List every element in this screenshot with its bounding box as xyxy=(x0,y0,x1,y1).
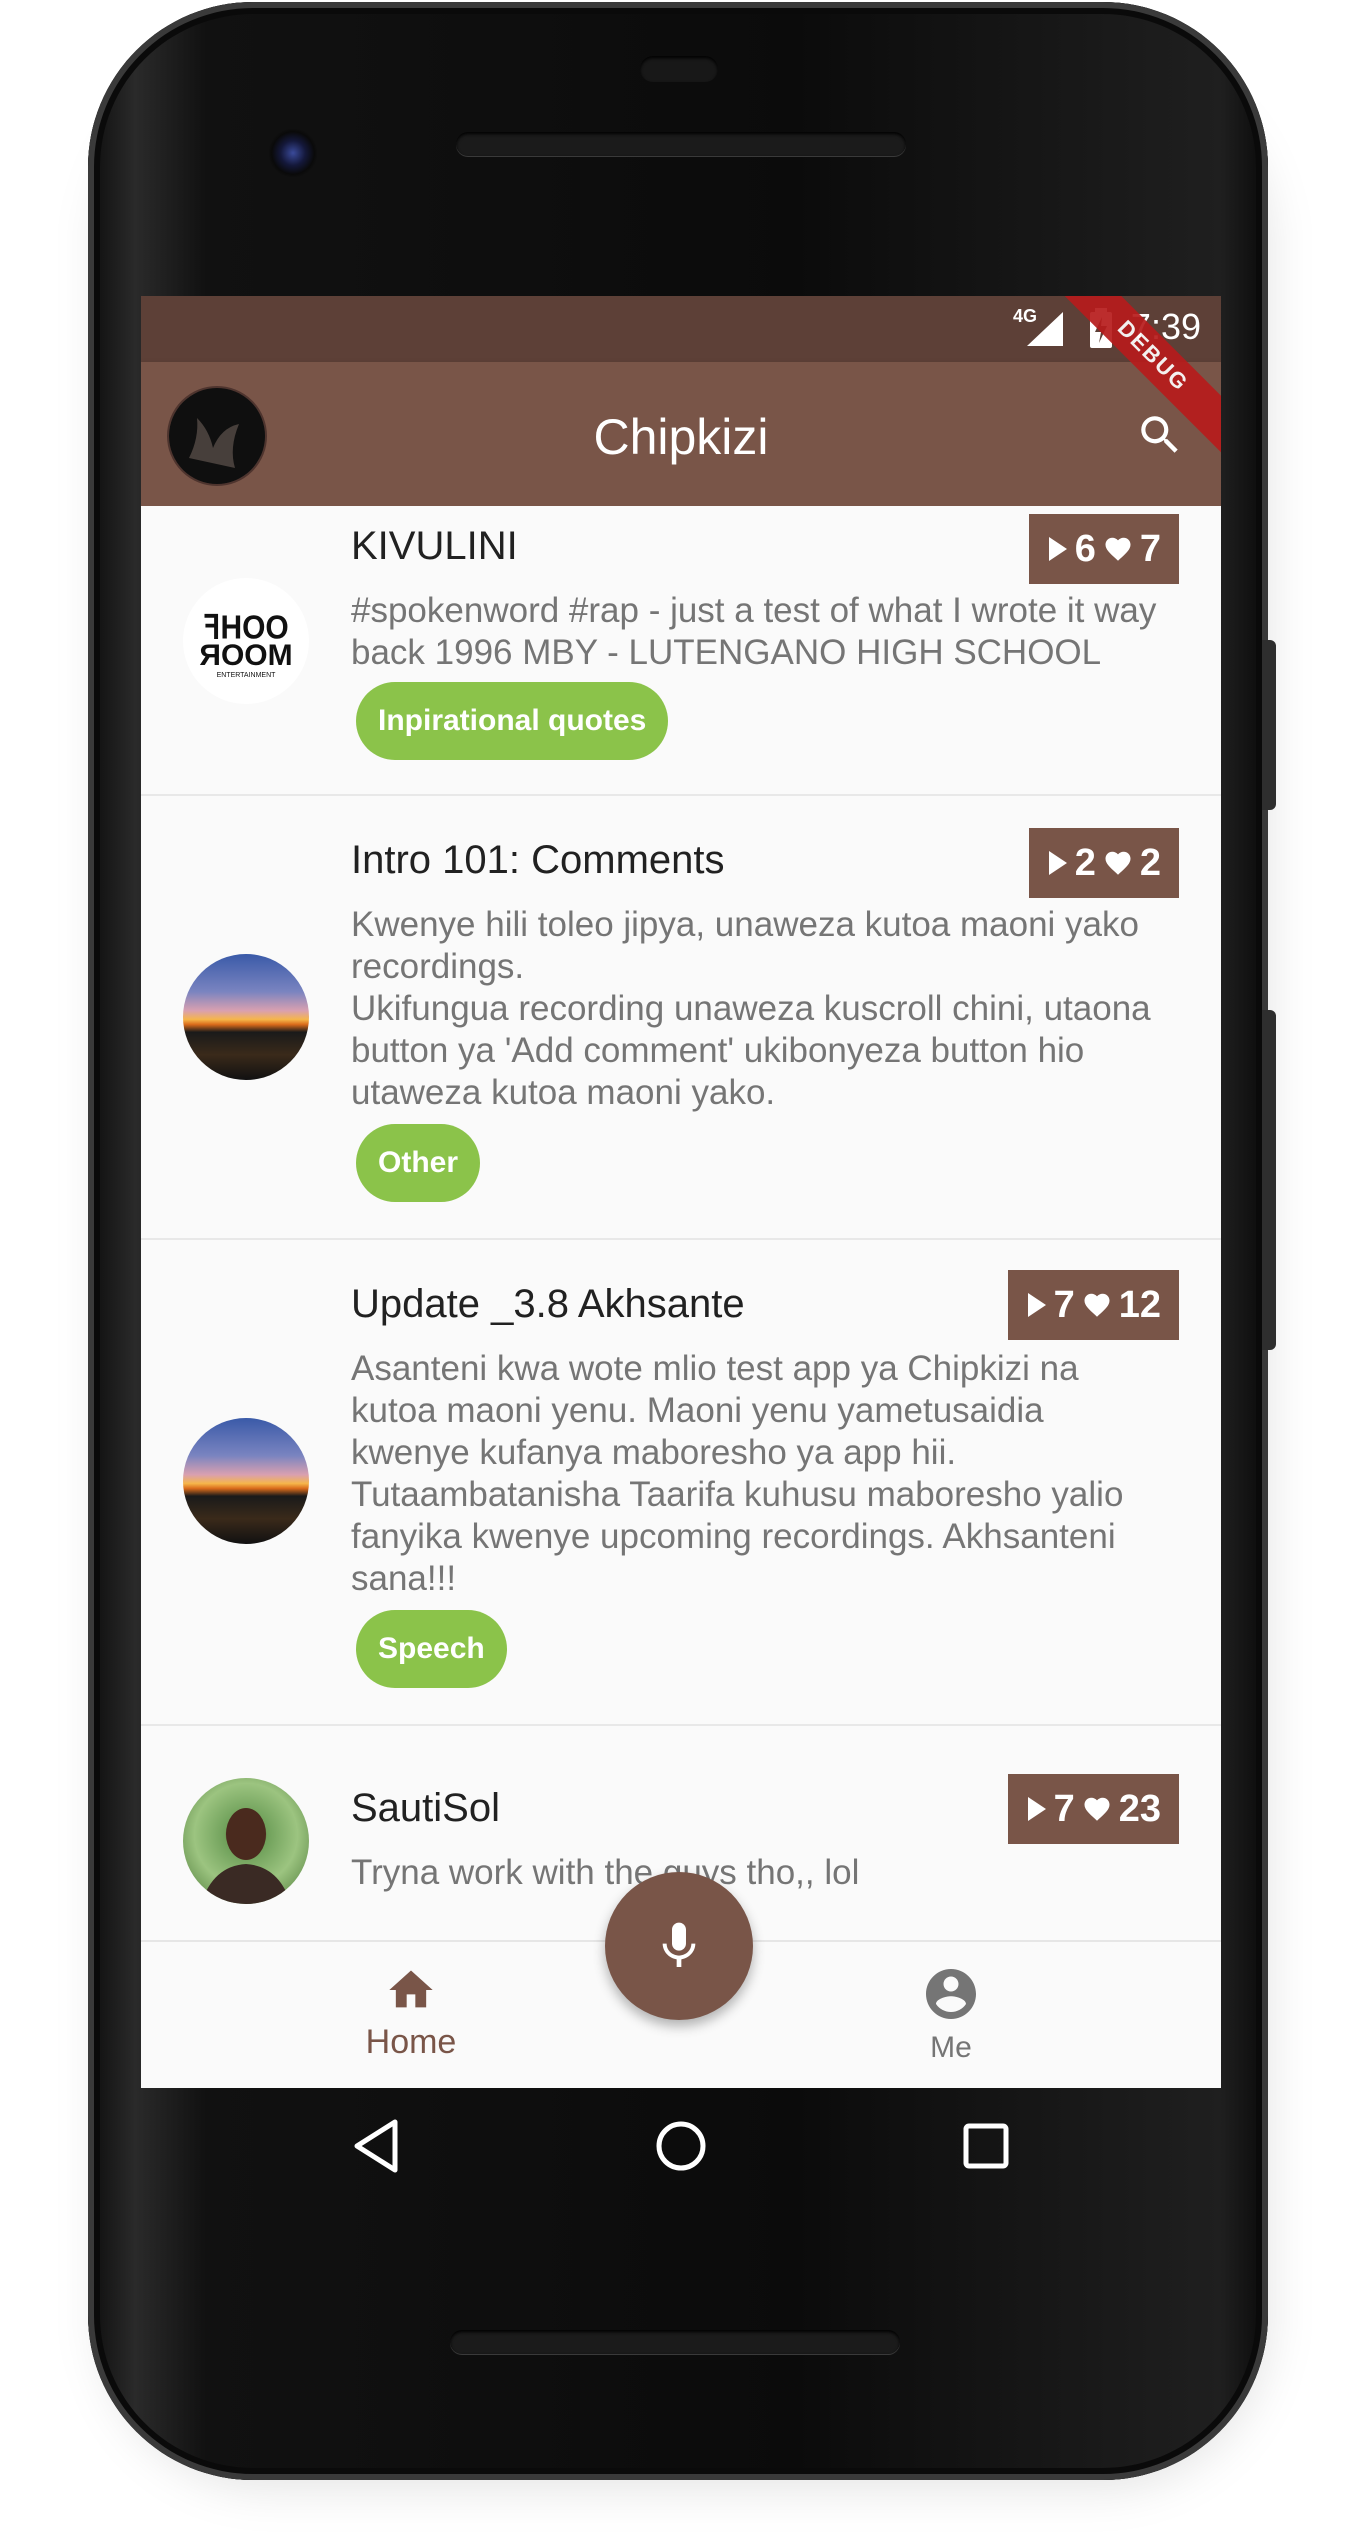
heart-icon xyxy=(1084,1797,1110,1821)
play-icon xyxy=(1027,1293,1046,1317)
volume-button xyxy=(1262,640,1276,810)
heart-icon xyxy=(1105,851,1131,875)
nav-me-label: Me xyxy=(930,2031,972,2064)
svg-text:ENTERTAINMENT: ENTERTAINMENT xyxy=(217,672,277,679)
list-item[interactable]: ꟻHOO ЯOOM ENTERTAINMENT KIVULINI #spoken… xyxy=(141,506,1221,796)
play-count: 7 xyxy=(1053,1788,1075,1830)
play-count: 7 xyxy=(1053,1284,1075,1326)
phone-screen: 4G 7:39 Chipkizi DEBUG ꟻHOO ЯOOM ENTERTA… xyxy=(141,296,1221,2088)
status-bar: 4G 7:39 xyxy=(141,296,1221,362)
stats-badge: 2 2 xyxy=(1028,828,1179,898)
app-bar: Chipkizi xyxy=(141,362,1221,506)
play-icon xyxy=(1027,1797,1046,1821)
like-count: 12 xyxy=(1118,1284,1161,1326)
recording-description: Asanteni kwa wote mlio test app ya Chipk… xyxy=(351,1349,1124,1598)
bottom-speaker xyxy=(450,2330,900,2354)
front-camera-icon xyxy=(268,128,318,178)
like-count: 7 xyxy=(1139,528,1161,570)
microphone-icon xyxy=(662,1922,696,1967)
proximity-sensor xyxy=(640,56,718,82)
record-button[interactable] xyxy=(605,1872,753,2020)
recording-description: Kwenye hili toleo jipya, unaweza kutoa m… xyxy=(351,905,1151,1112)
heart-icon xyxy=(1105,537,1131,561)
account-circle-icon xyxy=(926,1969,976,2019)
person-photo xyxy=(201,1808,291,1904)
search-icon[interactable] xyxy=(1135,410,1185,460)
shoo-room-logo-icon: ꟻHOO ЯOOM ENTERTAINMENT xyxy=(199,608,292,679)
recording-title: Update _3.8 Akhsante xyxy=(351,1282,745,1326)
play-icon xyxy=(1048,851,1067,875)
play-count: 6 xyxy=(1074,528,1096,570)
heart-icon xyxy=(1084,1293,1110,1317)
signal-icon xyxy=(1027,312,1063,346)
list-item[interactable]: Intro 101: Comments Kwenye hili toleo ji… xyxy=(141,796,1221,1240)
recordings-list: ꟻHOO ЯOOM ENTERTAINMENT KIVULINI #spoken… xyxy=(141,506,1221,1940)
category-chip[interactable]: Speech xyxy=(356,1610,507,1688)
play-count: 2 xyxy=(1074,842,1096,884)
page-title: Chipkizi xyxy=(593,409,769,465)
category-chip[interactable]: Other xyxy=(356,1124,481,1202)
like-count: 2 xyxy=(1139,842,1161,884)
avatar: ꟻHOO ЯOOM ENTERTAINMENT xyxy=(183,578,309,704)
play-icon xyxy=(1048,537,1067,561)
nav-me[interactable]: Me xyxy=(841,1964,1061,2065)
stats-badge: 7 12 xyxy=(1007,1270,1179,1340)
home-circle-icon[interactable] xyxy=(653,2118,709,2174)
recording-title: KIVULINI xyxy=(351,524,518,568)
recording-title: SautiSol xyxy=(351,1786,500,1830)
list-item[interactable]: Update _3.8 Akhsante Asanteni kwa wote m… xyxy=(141,1240,1221,1726)
nav-home[interactable]: Home xyxy=(301,1964,521,2062)
category-chip[interactable]: Inpirational quotes xyxy=(356,682,669,760)
power-button xyxy=(1262,1010,1276,1350)
recording-description: Tryna work with the guys tho,, lol xyxy=(351,1853,860,1892)
like-count: 23 xyxy=(1118,1788,1161,1830)
avatar xyxy=(183,1778,309,1904)
earpiece-speaker xyxy=(456,132,906,156)
system-navigation-bar xyxy=(141,2088,1221,2218)
recording-title: Intro 101: Comments xyxy=(351,838,725,882)
back-icon[interactable] xyxy=(351,2118,401,2174)
stats-badge: 7 23 xyxy=(1007,1774,1179,1844)
svg-text:ЯOOM: ЯOOM xyxy=(199,639,292,672)
nav-home-label: Home xyxy=(365,2023,457,2061)
home-icon xyxy=(389,1970,433,2008)
recents-icon[interactable] xyxy=(961,2118,1011,2174)
recording-description: #spokenword #rap - just a test of what I… xyxy=(351,591,1157,672)
avatar xyxy=(183,1418,309,1544)
avatar xyxy=(183,954,309,1080)
stats-badge: 6 7 xyxy=(1028,514,1179,584)
